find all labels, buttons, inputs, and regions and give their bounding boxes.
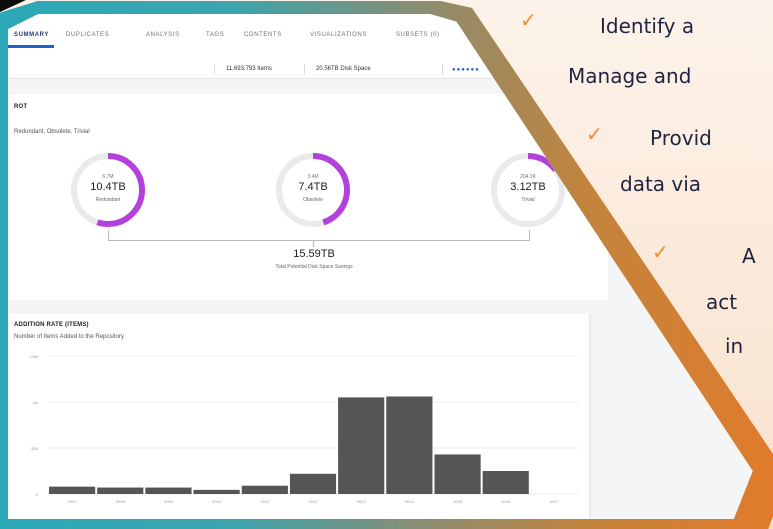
x-tick-label: 2016	[501, 499, 511, 504]
donut-size: 7.4TB	[298, 181, 328, 193]
addition-rate-chart: 1.5M 1M 500 0 2007 2008 2009 2010 2011 2012 2013 20…	[29, 354, 578, 504]
divider	[304, 64, 305, 75]
addition-rate-card: ADDITION RATE (ITEMS) Number of Items Ad…	[8, 314, 588, 519]
divider	[214, 64, 215, 75]
y-tick-label: 1.5M	[29, 354, 38, 359]
tab-subsets[interactable]: SUBSETS (0)	[396, 32, 440, 38]
bar-2014[interactable]	[386, 396, 433, 494]
tab-summary[interactable]: SUMMARY	[14, 32, 49, 38]
tab-duplicates[interactable]: DUPLICATES	[66, 32, 109, 38]
donut-count: 6.7M	[102, 174, 114, 180]
x-tick-label: 2007	[68, 499, 78, 504]
y-tick-label: 500	[31, 446, 38, 451]
total-savings-label: Total Potential Disk Space Savings	[275, 264, 353, 270]
donut-label: Obsolete	[302, 197, 323, 203]
bar-2008[interactable]	[97, 487, 144, 494]
rot-title: ROT	[14, 104, 28, 110]
rot-card: ROT Redundant, Obsolete, Trivial 6.7M 10…	[8, 94, 608, 300]
donut-size: 10.4TB	[90, 181, 126, 193]
bar-2016[interactable]	[482, 471, 529, 494]
divider	[442, 64, 443, 75]
app-window: SUMMARY DUPLICATES ANALYSIS TAGS CONTENT…	[8, 14, 753, 519]
more-stats[interactable]: ●●●●●●	[452, 67, 480, 73]
bar-2011[interactable]	[241, 485, 288, 494]
bar-2015[interactable]	[434, 454, 481, 494]
screenshot-frame: SUMMARY DUPLICATES ANALYSIS TAGS CONTENT…	[0, 0, 773, 529]
bar-2007[interactable]	[49, 486, 96, 494]
tab-tags[interactable]: TAGS	[206, 32, 224, 38]
y-tick-label: 0	[36, 492, 39, 497]
total-savings-value: 15.59TB	[293, 248, 335, 260]
disk-space: 20.56TB Disk Space	[316, 66, 371, 72]
bracket-stem	[313, 241, 314, 247]
tab-analysis[interactable]: ANALYSIS	[146, 32, 180, 38]
y-tick-label: 1M	[32, 400, 38, 405]
tab-visualizations[interactable]: VISUALIZATIONS	[310, 32, 367, 38]
x-tick-label: 2013	[357, 499, 367, 504]
x-tick-label: 2017	[549, 499, 559, 504]
stats-row: 11,693,793 Items 20.56TB Disk Space ●●●●…	[8, 48, 753, 79]
items-count: 11,693,793 Items	[226, 66, 272, 72]
x-tick-label: 2015	[453, 499, 463, 504]
total-bracket	[108, 230, 530, 241]
bar-2009[interactable]	[145, 487, 192, 494]
x-tick-label: 2010	[212, 499, 222, 504]
bar-2013[interactable]	[338, 397, 385, 494]
donut-count: 3.4M	[307, 174, 319, 180]
x-tick-label: 2014	[405, 499, 415, 504]
x-tick-label: 2008	[116, 499, 126, 504]
rot-subtitle: Redundant, Obsolete, Trivial	[14, 129, 90, 135]
bar-2012[interactable]	[289, 473, 337, 494]
tab-bar: SUMMARY DUPLICATES ANALYSIS TAGS CONTENT…	[8, 14, 753, 49]
tab-contents[interactable]: CONTENTS	[244, 32, 282, 38]
donut-label: Redundant	[95, 197, 121, 203]
bar-2010[interactable]	[193, 489, 240, 494]
donut-size: 3.12TB	[510, 181, 546, 193]
x-tick-label: 2011	[261, 499, 270, 504]
x-tick-label: 2012	[309, 499, 319, 504]
donut-label: Trivial	[521, 197, 535, 203]
x-tick-label: 2009	[164, 499, 174, 504]
divider	[590, 314, 591, 519]
donut-count: 204.3K	[520, 174, 536, 180]
